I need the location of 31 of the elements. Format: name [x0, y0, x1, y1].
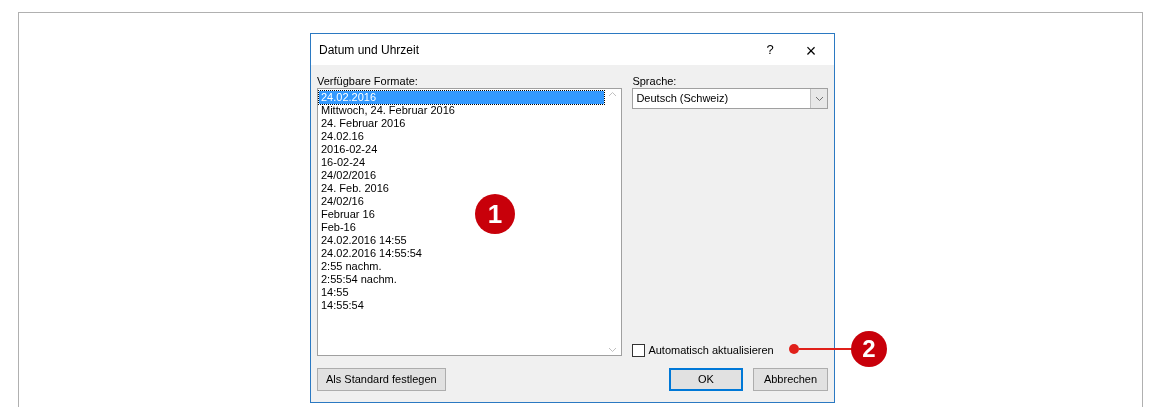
window-title: Datum und Uhrzeit — [319, 41, 421, 59]
dropdown-caret-icon[interactable] — [814, 95, 824, 102]
formats-label: Verfügbare Formate: — [317, 74, 419, 88]
close-button[interactable]: × — [788, 37, 834, 62]
callout-badge: 2 — [851, 331, 887, 367]
formats-list[interactable] — [317, 88, 623, 356]
format-item[interactable]: 24/02/16 — [319, 195, 366, 208]
format-item[interactable]: 2:55 nachm. — [319, 260, 384, 273]
checkbox[interactable] — [632, 343, 646, 357]
ok-button[interactable]: OK — [669, 368, 743, 391]
format-item[interactable]: 24.02.2016 14:55 — [319, 234, 409, 247]
format-item[interactable]: 2:55:54 nachm. — [319, 273, 399, 286]
format-item[interactable]: 16-02-24 — [319, 156, 368, 169]
format-item[interactable]: Mittwoch, 24. Februar 2016 — [319, 104, 457, 117]
format-item[interactable]: Feb-16 — [319, 221, 358, 234]
format-item[interactable]: 24.02.16 — [319, 130, 366, 143]
checkbox-label[interactable]: Automatisch aktualisieren — [648, 341, 774, 359]
format-item[interactable]: 14:55:54 — [319, 299, 366, 312]
leader-line — [789, 346, 853, 351]
format-item[interactable]: Februar 16 — [319, 208, 377, 221]
format-item[interactable]: 2016-02-24 — [319, 143, 380, 156]
format-item[interactable]: 24.02.2016 14:55:54 — [319, 247, 424, 260]
help-button[interactable]: ? — [752, 37, 788, 62]
format-item[interactable]: 24. Feb. 2016 — [319, 182, 391, 195]
language-label: Sprache: — [632, 74, 678, 88]
set-default-button[interactable]: Als Standard festlegen — [317, 367, 446, 391]
language-dropdown[interactable]: Deutsch (Schweiz) — [632, 88, 828, 109]
format-item[interactable]: 24. Februar 2016 — [319, 117, 408, 130]
cancel-button[interactable]: Abbrechen — [753, 368, 828, 391]
format-item[interactable]: 24/02/2016 — [319, 169, 379, 182]
format-item[interactable]: 14:55 — [319, 286, 351, 299]
